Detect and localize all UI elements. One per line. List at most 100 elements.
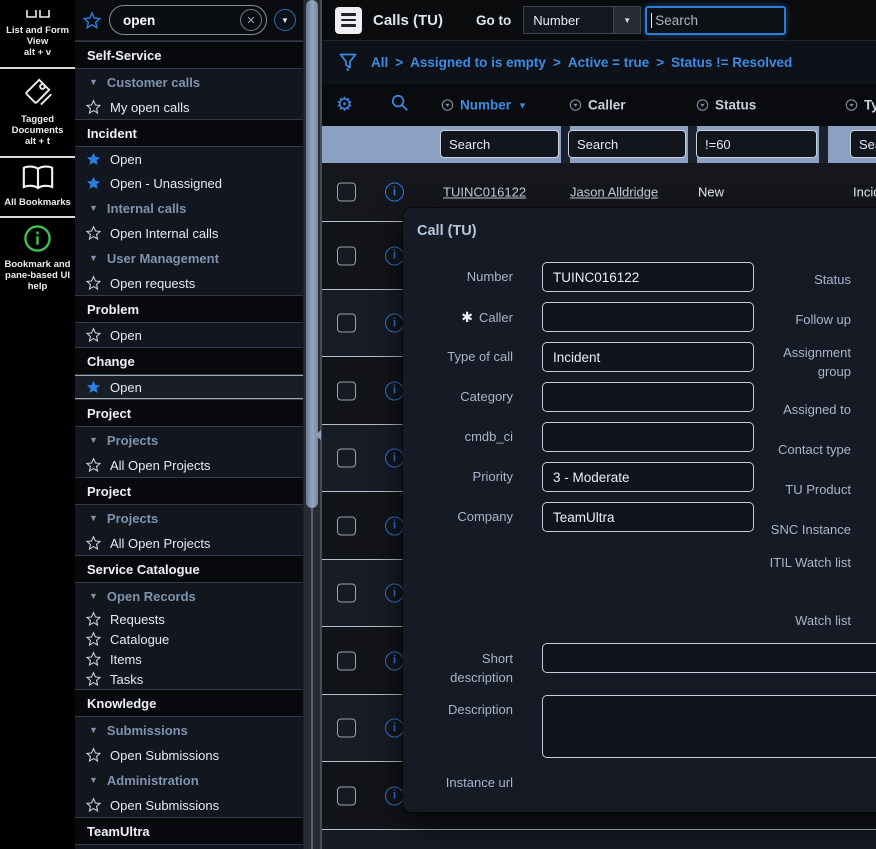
- star-outline-icon[interactable]: [85, 631, 102, 647]
- row-checkbox[interactable]: [337, 449, 356, 468]
- row-checkbox[interactable]: [337, 183, 356, 202]
- nav-section-internal-calls[interactable]: ▼Internal calls: [75, 195, 303, 221]
- star-outline-icon[interactable]: [85, 327, 102, 343]
- column-filter-input[interactable]: [850, 130, 876, 158]
- star-outline-icon[interactable]: [85, 797, 102, 813]
- star-outline-icon[interactable]: [85, 99, 102, 115]
- record-info-icon[interactable]: i: [385, 516, 404, 535]
- nav-item-label: Tasks: [110, 672, 143, 687]
- record-info-icon[interactable]: i: [385, 381, 404, 400]
- field-input-category[interactable]: [542, 382, 754, 412]
- clear-filter-icon[interactable]: ✕: [240, 9, 262, 31]
- column-header-status[interactable]: Status: [696, 98, 756, 113]
- goto-field-select[interactable]: Number ▼: [523, 6, 641, 34]
- nav-item-items[interactable]: Items: [75, 649, 303, 669]
- nav-item-my-open-calls[interactable]: My open calls: [75, 95, 303, 119]
- nav-item-open-unassigned[interactable]: Open - Unassigned: [75, 171, 303, 195]
- row-caller-link[interactable]: Jason Alldridge: [570, 185, 658, 200]
- nav-item-open[interactable]: Open: [75, 147, 303, 171]
- row-checkbox[interactable]: [337, 719, 356, 738]
- nav-item-open-submissions[interactable]: Open Submissions: [75, 793, 303, 817]
- nav-item-all-open-projects[interactable]: All Open Projects: [75, 453, 303, 477]
- star-filled-icon[interactable]: [85, 151, 102, 167]
- pane-collapse-arrow-icon[interactable]: [315, 430, 321, 440]
- record-info-icon[interactable]: i: [385, 246, 404, 265]
- nav-item-requests[interactable]: Requests: [75, 609, 303, 629]
- column-header-type-of-call[interactable]: Type of call: [845, 98, 876, 113]
- star-outline-icon[interactable]: [85, 747, 102, 763]
- record-info-icon[interactable]: i: [385, 651, 404, 670]
- record-info-icon[interactable]: i: [385, 719, 404, 738]
- nav-item-open[interactable]: Open: [75, 323, 303, 347]
- nav-item-open-internal-calls[interactable]: Open Internal calls: [75, 221, 303, 245]
- record-info-icon[interactable]: i: [385, 449, 404, 468]
- nav-section-customer-calls[interactable]: ▼Customer calls: [75, 69, 303, 95]
- breadcrumb-item[interactable]: Active = true: [568, 55, 649, 70]
- row-checkbox[interactable]: [337, 516, 356, 535]
- row-checkbox[interactable]: [337, 314, 356, 333]
- filter-funnel-icon[interactable]: [338, 52, 358, 74]
- star-outline-icon[interactable]: [85, 457, 102, 473]
- star-outline-icon[interactable]: [85, 611, 102, 627]
- breadcrumb-item[interactable]: Assigned to is empty: [410, 55, 546, 70]
- list-context-menu-button[interactable]: [335, 7, 362, 34]
- star-filled-icon[interactable]: [85, 379, 102, 395]
- field-input-caller[interactable]: [542, 302, 754, 332]
- toolbar-item-all-bookmarks[interactable]: All Bookmarks: [0, 158, 75, 218]
- field-input-number[interactable]: TUINC016122: [542, 262, 754, 292]
- nav-item-open-requests[interactable]: Open requests: [75, 271, 303, 295]
- nav-section-open-records[interactable]: ▼Open Records: [75, 583, 303, 609]
- record-info-icon[interactable]: i: [385, 183, 404, 202]
- field-input-cmdb-ci[interactable]: [542, 422, 754, 452]
- favorites-star-icon[interactable]: [82, 11, 102, 30]
- star-outline-icon[interactable]: [85, 651, 102, 667]
- column-header-number[interactable]: Number▼: [441, 98, 527, 113]
- nav-section-user-management[interactable]: ▼User Management: [75, 245, 303, 271]
- nav-item-open[interactable]: Open: [75, 375, 303, 399]
- nav-section-projects[interactable]: ▼Projects: [75, 505, 303, 531]
- nav-section-projects[interactable]: ▼Projects: [75, 427, 303, 453]
- row-checkbox[interactable]: [337, 786, 356, 805]
- breadcrumb-item[interactable]: Status != Resolved: [671, 55, 792, 70]
- list-settings-gear-icon[interactable]: ⚙: [336, 94, 353, 117]
- description-input[interactable]: [542, 695, 876, 758]
- breadcrumb: All>Assigned to is empty>Active = true>S…: [371, 55, 792, 70]
- nav-item-tasks[interactable]: Tasks: [75, 669, 303, 689]
- record-info-icon[interactable]: i: [385, 786, 404, 805]
- nav-item-catalogue[interactable]: Catalogue: [75, 629, 303, 649]
- nav-section-submissions[interactable]: ▼Submissions: [75, 717, 303, 743]
- column-filter-input[interactable]: [696, 130, 817, 158]
- nav-section-administration[interactable]: ▼Administration: [75, 767, 303, 793]
- row-checkbox[interactable]: [337, 246, 356, 265]
- star-outline-icon[interactable]: [85, 275, 102, 291]
- nav-item-open-submissions[interactable]: Open Submissions: [75, 743, 303, 767]
- toolbar-item-bookmark-help[interactable]: Bookmark and pane-based UI help: [0, 218, 75, 300]
- row-number-link[interactable]: TUINC016122: [443, 185, 526, 200]
- goto-search-input[interactable]: [645, 6, 786, 35]
- toolbar-item-tagged-documents[interactable]: Tagged Documentsalt + t: [0, 69, 75, 158]
- star-outline-icon[interactable]: [85, 535, 102, 551]
- column-filter-input[interactable]: [440, 130, 559, 158]
- list-search-icon[interactable]: [390, 93, 409, 117]
- toolbar-item-list-form-view[interactable]: List and Form Viewalt + v: [0, 0, 75, 69]
- nav-filter-input[interactable]: open ✕: [109, 5, 267, 35]
- field-input-priority[interactable]: 3 - Moderate: [542, 462, 754, 492]
- star-outline-icon[interactable]: [85, 225, 102, 241]
- record-info-icon[interactable]: i: [385, 314, 404, 333]
- record-info-icon[interactable]: i: [385, 584, 404, 603]
- row-checkbox[interactable]: [337, 651, 356, 670]
- star-filled-icon[interactable]: [85, 175, 102, 191]
- info-icon: [2, 224, 73, 258]
- nav-scrollbar[interactable]: [303, 0, 322, 849]
- column-filter-input[interactable]: [568, 130, 686, 158]
- nav-item-all-open-projects[interactable]: All Open Projects: [75, 531, 303, 555]
- breadcrumb-item[interactable]: All: [371, 55, 388, 70]
- nav-menu-dropdown-icon[interactable]: ▼: [274, 9, 296, 31]
- row-checkbox[interactable]: [337, 584, 356, 603]
- short-description-input[interactable]: [542, 643, 876, 673]
- star-outline-icon[interactable]: [85, 671, 102, 687]
- field-input-type-of-call[interactable]: Incident: [542, 342, 754, 372]
- field-input-company[interactable]: TeamUltra: [542, 502, 754, 532]
- column-header-caller[interactable]: Caller: [569, 98, 626, 113]
- row-checkbox[interactable]: [337, 381, 356, 400]
